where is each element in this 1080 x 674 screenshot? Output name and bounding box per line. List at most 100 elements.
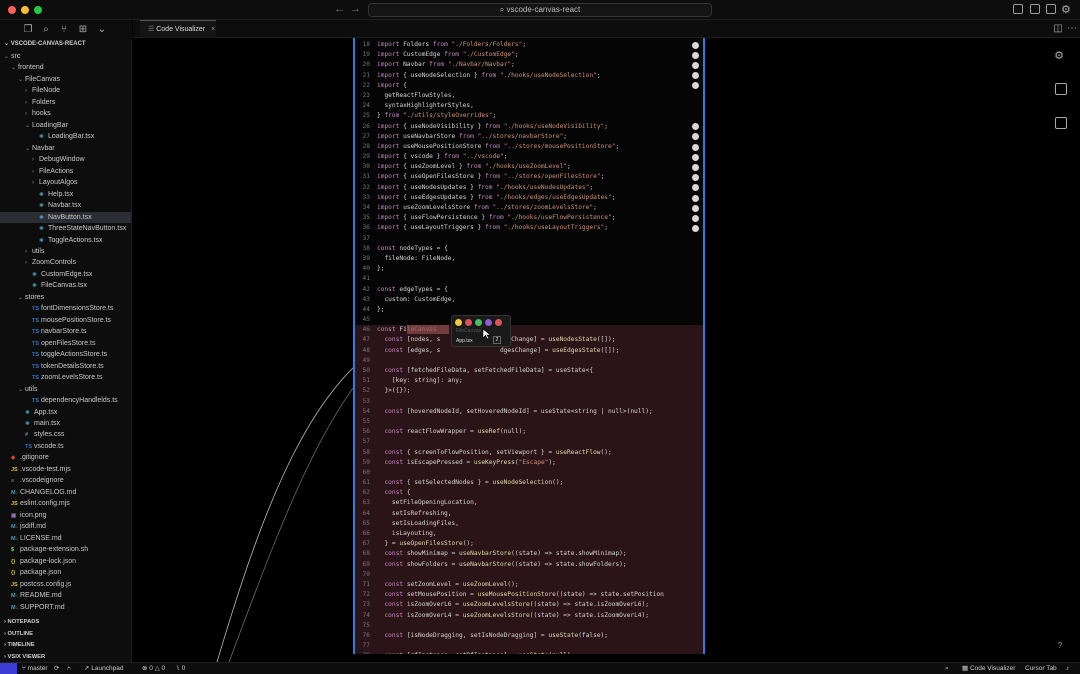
code-visualizer-canvas[interactable]: 18 import Folders from "./Folders/Folders… xyxy=(133,38,1080,662)
tree-file-item[interactable]: ⚛ App.tsx xyxy=(0,407,131,418)
dependency-dot[interactable] xyxy=(692,153,699,161)
git-graph-icon[interactable]: ⑃ xyxy=(67,663,71,674)
launchpad-status[interactable]: ➚ Launchpad xyxy=(84,663,123,674)
tree-file-item[interactable]: M↓ README.md xyxy=(0,590,131,601)
tree-file-item[interactable]: ⚛ FileCanvas.tsx xyxy=(0,280,131,291)
minimize-window-button[interactable] xyxy=(21,6,29,14)
close-window-button[interactable] xyxy=(8,6,16,14)
tree-file-item[interactable]: TS vscode.ts xyxy=(0,441,131,452)
tree-folder-item[interactable]: › LayoutAlgos xyxy=(0,177,131,188)
tree-file-item[interactable]: $ package-extension.sh xyxy=(0,544,131,555)
chevron-down-icon[interactable]: ⌄ xyxy=(96,24,108,36)
tree-folder-item[interactable]: › ZoomControls xyxy=(0,257,131,268)
tree-file-item[interactable]: JS eslint.config.mjs xyxy=(0,498,131,509)
tree-file-item[interactable]: M↓ LICENSE.md xyxy=(0,533,131,544)
toggle-secondary-sidebar-icon[interactable] xyxy=(1046,4,1056,14)
tree-file-item[interactable]: {} package.json xyxy=(0,567,131,578)
extensions-icon[interactable]: ⊞ xyxy=(77,24,89,36)
command-center-search[interactable]: ⌕ vscode-canvas-react xyxy=(368,3,712,17)
toggle-primary-sidebar-icon[interactable] xyxy=(1013,4,1023,14)
tree-file-item[interactable]: TS zoomLevelsStore.ts xyxy=(0,372,131,383)
dependency-dot[interactable] xyxy=(692,62,699,69)
tree-file-item[interactable]: ≡ .vscodeignore xyxy=(0,475,131,486)
tooltip-file-label[interactable]: App.tsx xyxy=(456,338,473,344)
tree-file-item[interactable]: TS navbarStore.ts xyxy=(0,326,131,337)
layout-icon[interactable] xyxy=(1055,83,1067,95)
tree-file-item[interactable]: ⚛ ToggleActions.tsx xyxy=(0,235,131,246)
tree-folder-item[interactable]: ⌄ frontend xyxy=(0,62,131,73)
tree-file-item[interactable]: {} package-lock.json xyxy=(0,556,131,567)
problems-status[interactable]: ⊗ 0 △ 0 xyxy=(142,663,165,674)
sidebar-section-timeline[interactable]: › TIMELINE xyxy=(0,640,131,651)
tooltip-action-icon[interactable] xyxy=(465,319,472,326)
tree-file-item[interactable]: # styles.css xyxy=(0,429,131,440)
explorer-icon[interactable]: ❐ xyxy=(22,24,34,36)
tree-folder-item[interactable]: › utils xyxy=(0,246,131,257)
tree-file-item[interactable]: TS mousePositionStore.ts xyxy=(0,315,131,326)
dependency-dot[interactable] xyxy=(692,41,699,49)
split-editor-icon[interactable]: ◫ xyxy=(1052,23,1064,35)
tooltip-action-icon[interactable] xyxy=(475,319,482,326)
tooltip-action-icon[interactable] xyxy=(485,319,492,326)
tree-file-item[interactable]: M↓ SUPPORT.md xyxy=(0,602,131,613)
file-node-filecanvas[interactable]: 18 import Folders from "./Folders/Folders… xyxy=(353,38,705,654)
tab-code-visualizer[interactable]: ☰ Code Visualizer × xyxy=(140,20,216,38)
tree-folder-item[interactable]: › FileActions xyxy=(0,166,131,177)
tooltip-action-icon[interactable] xyxy=(495,319,502,326)
tree-folder-item[interactable]: › FileNode xyxy=(0,85,131,96)
folder-icon[interactable] xyxy=(1055,117,1067,129)
tree-file-item[interactable]: ⚛ CustomEdge.tsx xyxy=(0,269,131,280)
dependency-dot[interactable] xyxy=(692,194,699,202)
tree-folder-item[interactable]: ⌄ stores xyxy=(0,292,131,303)
tree-folder-item[interactable]: › hooks xyxy=(0,108,131,119)
cursor-tab-status[interactable]: Cursor Tab xyxy=(1025,663,1057,674)
search-icon[interactable]: ⌕ xyxy=(40,24,52,36)
tree-file-item[interactable]: ⚛ main.tsx xyxy=(0,418,131,429)
close-tab-icon[interactable]: × xyxy=(211,26,215,33)
back-arrow-icon[interactable]: ← xyxy=(334,3,345,15)
help-icon[interactable]: ? xyxy=(1054,640,1066,652)
tree-file-item[interactable]: ⚛ Help.tsx xyxy=(0,189,131,200)
dependency-dot[interactable] xyxy=(692,164,699,171)
tree-file-item[interactable]: TS fontDimensionsStore.ts xyxy=(0,303,131,314)
tree-file-item[interactable]: ⚛ ThreeStateNavButton.tsx xyxy=(0,223,131,234)
tree-folder-item[interactable]: ⌄ Navbar xyxy=(0,143,131,154)
tree-file-item[interactable]: ⚛ LoadingBar.tsx xyxy=(0,131,131,142)
remote-indicator-button[interactable] xyxy=(0,663,17,674)
tree-file-item[interactable]: ⚛ NavButton.tsx xyxy=(0,211,131,224)
tree-folder-item[interactable]: › Folders xyxy=(0,97,131,108)
sidebar-section-outline[interactable]: › OUTLINE xyxy=(0,629,131,640)
code-visualizer-status[interactable]: ▦ Code Visualizer xyxy=(962,663,1015,674)
explorer-root-folder[interactable]: ⌄ VSCODE-CANVAS-REACT xyxy=(0,40,131,49)
tree-file-item[interactable]: TS toggleActionsStore.ts xyxy=(0,349,131,360)
settings-gear-icon[interactable]: ⚙ xyxy=(1061,3,1071,16)
tooltip-action-icon[interactable] xyxy=(455,319,462,326)
tree-file-item[interactable]: JS .vscode-test.mjs xyxy=(0,464,131,475)
toggle-panel-icon[interactable] xyxy=(1030,4,1040,14)
source-control-icon[interactable]: ⑂ xyxy=(58,24,70,36)
tree-file-item[interactable]: ⚛ Navbar.tsx xyxy=(0,200,131,211)
sidebar-section-notepads[interactable]: › NOTEPADS xyxy=(0,617,131,628)
tree-file-item[interactable]: TS dependencyHandlelds.ts xyxy=(0,395,131,406)
dependency-dot[interactable] xyxy=(692,143,699,151)
tree-folder-item[interactable]: ⌄ LoadingBar xyxy=(0,120,131,131)
tree-file-item[interactable]: TS openFilesStore.ts xyxy=(0,338,131,349)
tree-file-item[interactable]: JS postcss.config.js xyxy=(0,579,131,590)
zoom-icon[interactable]: ⌕ xyxy=(945,663,949,674)
tree-folder-item[interactable]: ⌄ src xyxy=(0,51,131,62)
sync-icon[interactable]: ⟳ xyxy=(54,663,59,674)
tree-folder-item[interactable]: ⌄ utils xyxy=(0,384,131,395)
ports-status[interactable]: ⑊ 0 xyxy=(176,663,185,674)
tree-folder-item[interactable]: ⌄ FileCanvas xyxy=(0,74,131,85)
maximize-window-button[interactable] xyxy=(34,6,42,14)
tree-file-item[interactable]: ▣ icon.png xyxy=(0,510,131,521)
dependency-dot[interactable] xyxy=(692,215,699,222)
tree-folder-item[interactable]: › DebugWindow xyxy=(0,154,131,165)
more-actions-icon[interactable]: ⋯ xyxy=(1066,23,1078,35)
dependency-dot[interactable] xyxy=(692,51,699,59)
bell-icon[interactable]: ♪ xyxy=(1066,663,1069,674)
tree-file-item[interactable]: ◆ .gitignore xyxy=(0,452,131,463)
forward-arrow-icon[interactable]: → xyxy=(350,3,361,15)
tree-file-item[interactable]: M↓ CHANGELOG.md xyxy=(0,487,131,498)
branch-status[interactable]: ⑂ master xyxy=(22,663,48,674)
